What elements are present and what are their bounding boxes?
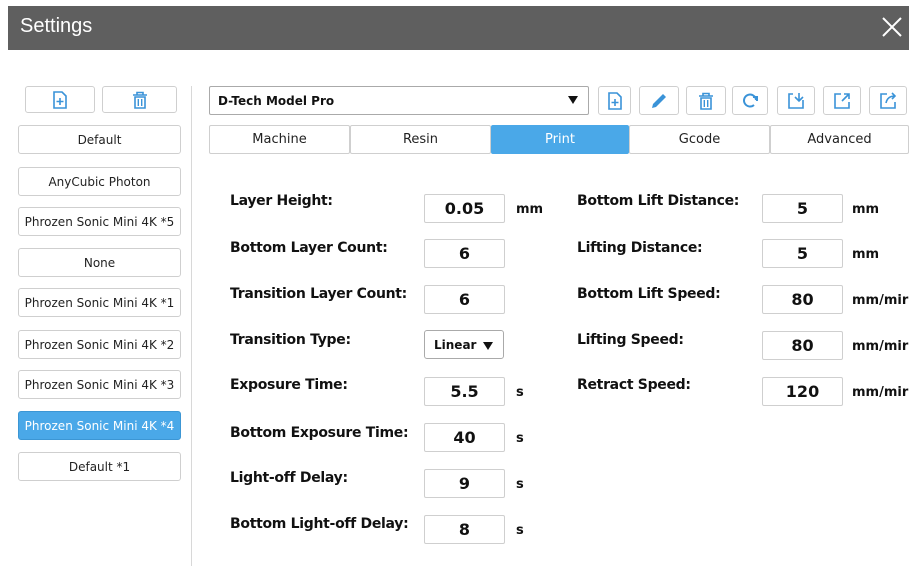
retract-speed-label: Retract Speed: (577, 377, 691, 393)
profile-item-phrozen-4k-2[interactable]: Phrozen Sonic Mini 4K *2 (18, 330, 181, 359)
lifting-distance-field[interactable]: 5 (762, 239, 843, 268)
new-model-button[interactable] (598, 86, 631, 115)
tab-machine[interactable]: Machine (209, 125, 350, 154)
add-file-icon (52, 90, 68, 109)
lifting-distance-unit: mm (852, 247, 880, 262)
exposure-time-label: Exposure Time: (230, 377, 348, 393)
bottom-lift-speed-unit: mm/mir (852, 293, 909, 308)
bottom-exposure-time-label: Bottom Exposure Time: (230, 425, 409, 441)
model-select-value: D-Tech Model Pro (218, 94, 335, 108)
bottom-light-off-delay-unit: s (516, 523, 524, 538)
title-bar: Settings (8, 6, 909, 50)
profile-item-phrozen-4k-5[interactable]: Phrozen Sonic Mini 4K *5 (18, 207, 181, 236)
share-button[interactable] (869, 86, 907, 115)
lifting-speed-field[interactable]: 80 (762, 331, 843, 360)
add-profile-button[interactable] (25, 86, 95, 113)
profile-item-default[interactable]: Default (18, 125, 181, 154)
share-icon (879, 91, 897, 110)
chevron-down-icon (568, 96, 578, 104)
transition-type-select[interactable]: Linear (424, 330, 504, 359)
edit-model-button[interactable] (639, 86, 679, 115)
lifting-distance-label: Lifting Distance: (577, 240, 703, 256)
profile-item-none[interactable]: None (18, 248, 181, 277)
transition-type-value: Linear (434, 337, 477, 352)
refresh-button[interactable] (732, 86, 768, 115)
bottom-layer-count-field[interactable]: 6 (424, 239, 505, 268)
export-icon (833, 92, 851, 110)
exposure-time-unit: s (516, 385, 524, 400)
layer-height-label: Layer Height: (230, 193, 333, 209)
exposure-time-field[interactable]: 5.5 (424, 377, 505, 406)
sidebar-divider (191, 86, 192, 566)
refresh-icon (741, 92, 759, 110)
chevron-down-icon (483, 342, 493, 350)
import-icon (787, 92, 805, 110)
tab-resin[interactable]: Resin (350, 125, 491, 154)
transition-layer-count-field[interactable]: 6 (424, 285, 505, 314)
model-select[interactable]: D-Tech Model Pro (209, 86, 589, 115)
lifting-speed-unit: mm/mir (852, 339, 909, 354)
trash-icon (698, 92, 714, 110)
bottom-lift-distance-label: Bottom Lift Distance: (577, 193, 740, 209)
tab-advanced[interactable]: Advanced (770, 125, 909, 154)
light-off-delay-label: Light-off Delay: (230, 470, 348, 486)
bottom-lift-speed-field[interactable]: 80 (762, 285, 843, 314)
retract-speed-field[interactable]: 120 (762, 377, 843, 406)
light-off-delay-unit: s (516, 477, 524, 492)
profile-item-phrozen-4k-1[interactable]: Phrozen Sonic Mini 4K *1 (18, 288, 181, 317)
window-title: Settings (20, 15, 93, 37)
bottom-lift-speed-label: Bottom Lift Speed: (577, 286, 721, 302)
retract-speed-unit: mm/mir (852, 385, 909, 400)
tab-print[interactable]: Print (491, 125, 629, 154)
transition-layer-count-label: Transition Layer Count: (230, 286, 407, 302)
bottom-exposure-time-unit: s (516, 431, 524, 446)
lifting-speed-label: Lifting Speed: (577, 332, 684, 348)
delete-model-button[interactable] (686, 86, 726, 115)
pencil-icon (650, 92, 668, 110)
layer-height-unit: mm (516, 202, 544, 217)
profile-item-phrozen-4k-4[interactable]: Phrozen Sonic Mini 4K *4 (18, 411, 181, 440)
tab-gcode[interactable]: Gcode (629, 125, 770, 154)
add-file-icon (607, 91, 623, 110)
delete-profile-button[interactable] (102, 86, 177, 113)
bottom-layer-count-label: Bottom Layer Count: (230, 240, 388, 256)
profile-item-anycubic-photon[interactable]: AnyCubic Photon (18, 167, 181, 196)
layer-height-field[interactable]: 0.05 (424, 194, 505, 223)
light-off-delay-field[interactable]: 9 (424, 469, 505, 498)
transition-type-label: Transition Type: (230, 332, 351, 348)
bottom-lift-distance-field[interactable]: 5 (762, 194, 843, 223)
bottom-light-off-delay-field[interactable]: 8 (424, 515, 505, 544)
import-button[interactable] (777, 86, 815, 115)
profile-item-default-1[interactable]: Default *1 (18, 452, 181, 481)
close-icon[interactable] (877, 12, 907, 42)
export-button[interactable] (823, 86, 861, 115)
bottom-light-off-delay-label: Bottom Light-off Delay: (230, 516, 409, 532)
bottom-lift-distance-unit: mm (852, 202, 880, 217)
bottom-exposure-time-field[interactable]: 40 (424, 423, 505, 452)
trash-icon (132, 91, 148, 109)
profile-item-phrozen-4k-3[interactable]: Phrozen Sonic Mini 4K *3 (18, 370, 181, 399)
